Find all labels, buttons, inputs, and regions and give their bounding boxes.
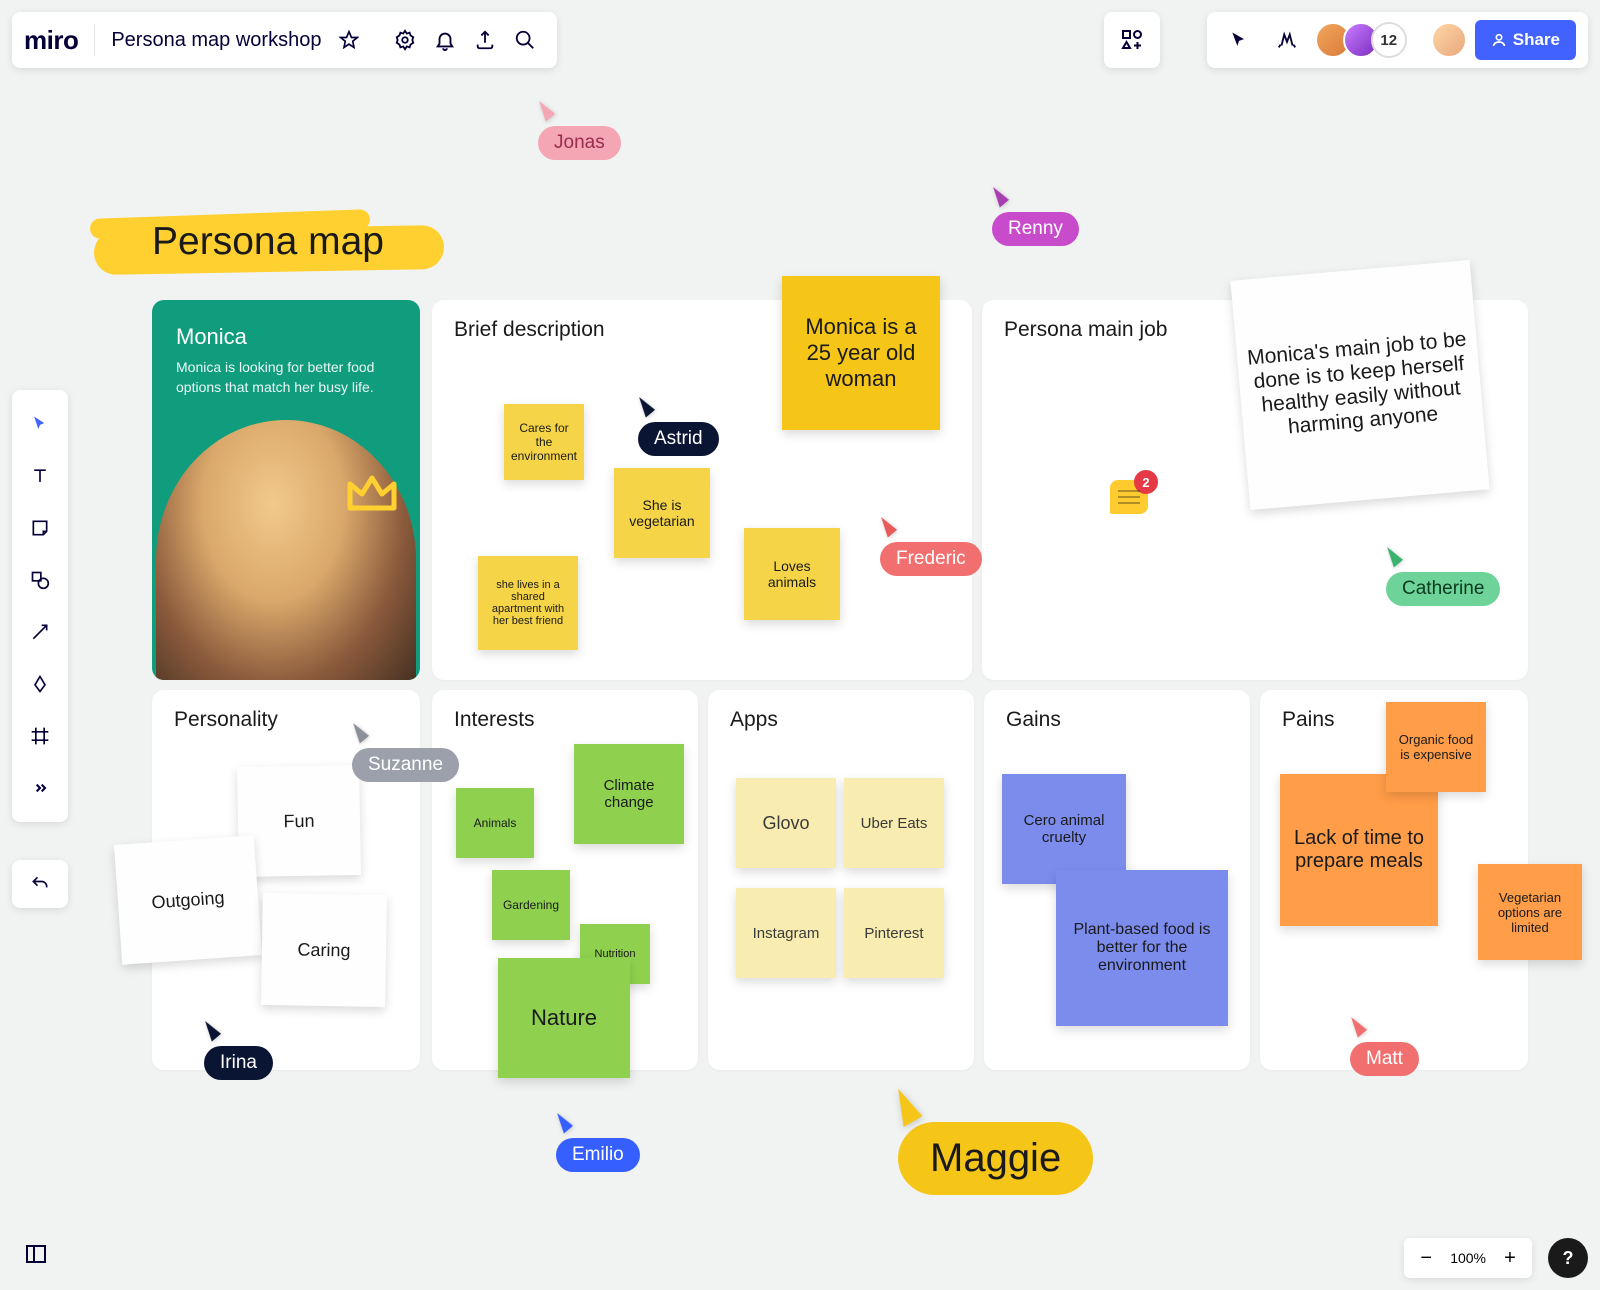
reactions-icon[interactable]: [1267, 20, 1307, 60]
zoom-out-button[interactable]: −: [1412, 1244, 1440, 1272]
sticky-plant-based[interactable]: Plant-based food is better for the envir…: [1056, 870, 1228, 1026]
topbar-right: 12 Share: [1207, 12, 1588, 68]
sticky-caring[interactable]: Caring: [261, 893, 387, 1007]
comment-indicator[interactable]: 2: [1110, 480, 1148, 514]
cursor-renny: Renny: [992, 186, 1079, 246]
zoom-in-button[interactable]: +: [1496, 1244, 1524, 1272]
cursor-irina: Irina: [204, 1020, 273, 1080]
persona-desc: Monica is looking for better food option…: [152, 358, 420, 397]
sticky-outgoing[interactable]: Outgoing: [114, 835, 262, 964]
cursor-matt: Matt: [1350, 1016, 1419, 1076]
canvas[interactable]: Persona map Monica Monica is looking for…: [0, 0, 1600, 1290]
board-heading[interactable]: Persona map: [94, 220, 384, 264]
topbar-left: miro Persona map workshop: [12, 12, 557, 68]
sticky-cero-cruelty[interactable]: Cero animal cruelty: [1002, 774, 1126, 884]
avatar-count[interactable]: 12: [1371, 22, 1407, 58]
sticky-monica-age[interactable]: Monica is a 25 year old woman: [782, 276, 940, 430]
sticky-instagram[interactable]: Instagram: [736, 888, 836, 978]
sticky-lack-time[interactable]: Lack of time to prepare meals: [1280, 774, 1438, 926]
frame-title: Apps: [708, 690, 974, 732]
arrow-tool[interactable]: [16, 608, 64, 656]
zoom-level[interactable]: 100%: [1444, 1250, 1492, 1266]
persona-photo: [156, 420, 416, 680]
shape-tool[interactable]: [16, 556, 64, 604]
share-button[interactable]: Share: [1475, 20, 1576, 60]
sticky-climate[interactable]: Climate change: [574, 744, 684, 844]
search-icon[interactable]: [505, 20, 545, 60]
logo[interactable]: miro: [24, 25, 78, 56]
cursor-jonas: Jonas: [538, 100, 621, 160]
more-tools[interactable]: [16, 764, 64, 812]
sticky-main-job[interactable]: Monica's main job to be done is to keep …: [1230, 260, 1489, 510]
sticky-nature[interactable]: Nature: [498, 958, 630, 1078]
frame-apps[interactable]: Apps: [708, 690, 974, 1070]
frame-title: Interests: [432, 690, 698, 732]
frames-panel-button[interactable]: [12, 1230, 60, 1278]
board-title[interactable]: Persona map workshop: [111, 29, 321, 52]
cursor-maggie: Maggie: [898, 1096, 1093, 1195]
bell-icon[interactable]: [425, 20, 465, 60]
cursor-mode-icon[interactable]: [1219, 20, 1259, 60]
cursor-catherine: Catherine: [1386, 546, 1500, 606]
pen-tool[interactable]: [16, 660, 64, 708]
cursor-astrid: Astrid: [638, 396, 719, 456]
crown-icon: [344, 470, 400, 530]
toolbar: [12, 390, 68, 822]
sticky-fun[interactable]: Fun: [237, 765, 361, 877]
sticky-vegetarian[interactable]: She is vegetarian: [614, 468, 710, 558]
cursor-suzanne: Suzanne: [352, 722, 459, 782]
cursor-emilio: Emilio: [556, 1112, 640, 1172]
current-user-avatar[interactable]: [1431, 22, 1467, 58]
persona-name: Monica: [152, 300, 420, 358]
apps-button[interactable]: [1104, 12, 1160, 68]
sticky-pinterest[interactable]: Pinterest: [844, 888, 944, 978]
sticky-loves-animals[interactable]: Loves animals: [744, 528, 840, 620]
text-tool[interactable]: [16, 452, 64, 500]
sticky-uber-eats[interactable]: Uber Eats: [844, 778, 944, 868]
collaborator-avatars[interactable]: 12: [1315, 22, 1407, 58]
star-icon[interactable]: [329, 20, 369, 60]
sticky-animals[interactable]: Animals: [456, 788, 534, 858]
persona-card[interactable]: Monica Monica is looking for better food…: [152, 300, 420, 680]
sticky-veg-limited[interactable]: Vegetarian options are limited: [1478, 864, 1582, 960]
sticky-glovo[interactable]: Glovo: [736, 778, 836, 868]
sticky-shared-apt[interactable]: she lives in a shared apartment with her…: [478, 556, 578, 650]
sticky-tool[interactable]: [16, 504, 64, 552]
sticky-cares-env[interactable]: Cares for the environment: [504, 404, 584, 480]
undo-button[interactable]: [12, 860, 68, 908]
export-icon[interactable]: [465, 20, 505, 60]
cursor-frederic: Frederic: [880, 516, 982, 576]
comment-count-badge: 2: [1134, 470, 1158, 494]
sticky-gardening[interactable]: Gardening: [492, 870, 570, 940]
sticky-organic-exp[interactable]: Organic food is expensive: [1386, 702, 1486, 792]
select-tool[interactable]: [16, 400, 64, 448]
frame-tool[interactable]: [16, 712, 64, 760]
frame-title: Gains: [984, 690, 1250, 732]
zoom-controls: − 100% +: [1404, 1238, 1532, 1278]
settings-icon[interactable]: [385, 20, 425, 60]
help-button[interactable]: ?: [1548, 1238, 1588, 1278]
